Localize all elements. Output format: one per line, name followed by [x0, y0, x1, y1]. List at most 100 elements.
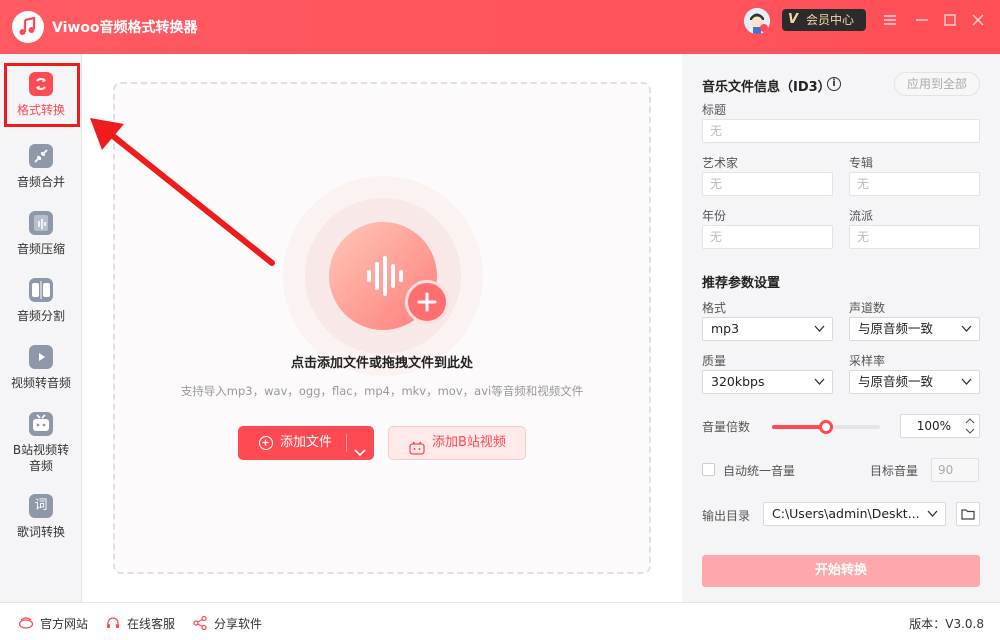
sidebar-item-lyrics-convert[interactable]: 词 歌词转换: [0, 490, 82, 550]
target-volume-label: 目标音量: [870, 464, 919, 478]
title-bar: Viwoo音频格式转换器 V 会员中心: [0, 0, 1000, 54]
online-support-label: 在线客服: [127, 617, 176, 631]
sidebar-item-label: 音频压缩: [16, 242, 65, 256]
split-icon: [29, 278, 53, 302]
video-to-audio-icon: [29, 345, 53, 369]
sidebar-item-label: 歌词转换: [16, 525, 65, 539]
chevron-down-icon[interactable]: [354, 438, 366, 472]
add-file-label: 添加文件: [280, 435, 333, 450]
sidebar-item-audio-merge[interactable]: 音频合并: [0, 140, 82, 200]
sidebar-item-label: 音频合并: [16, 175, 65, 189]
album-label: 专辑: [849, 156, 874, 170]
params-section-title: 推荐参数设置: [702, 276, 781, 291]
maximize-button[interactable]: [942, 12, 958, 28]
sample-rate-value: 与原音频一致: [858, 374, 934, 389]
sidebar-item-bilibili-to-audio[interactable]: B站视频转 音频: [0, 408, 82, 473]
hamburger-icon: [884, 15, 896, 25]
volume-label: 音量倍数: [702, 420, 751, 434]
auto-volume-label: 自动统一音量: [723, 464, 796, 478]
main-area: 点击添加文件或拖拽文件到此处 支持导入mp3，wav，ogg，flac，mp4，…: [82, 54, 682, 602]
chevron-down-icon: [927, 510, 938, 517]
sidebar-item-label: 视频转音频: [10, 376, 71, 390]
quality-select[interactable]: 320kbps: [702, 370, 833, 394]
volume-slider[interactable]: [772, 420, 880, 434]
add-file-button[interactable]: 添加文件: [238, 426, 374, 460]
output-dir-value: C:\Users\admin\Deskt...: [772, 506, 920, 521]
quality-label: 质量: [702, 354, 727, 368]
settings-panel: 音乐文件信息（ID3） i 应用到全部 标题 无 艺术家 无 专辑 无 年份 无…: [682, 54, 1000, 602]
channels-label: 声道数: [849, 301, 886, 315]
button-divider: [346, 434, 347, 452]
artist-field[interactable]: 无: [702, 172, 833, 196]
plus-icon[interactable]: [405, 280, 449, 324]
format-select[interactable]: mp3: [702, 317, 833, 341]
info-icon[interactable]: i: [827, 77, 841, 91]
start-convert-button[interactable]: 开始转换: [702, 555, 980, 587]
sidebar: 格式转换 音频合并 音频压缩 音频分割 视频转音频 B站视频转 音频 词 歌词转…: [0, 54, 82, 602]
app-logo: [12, 11, 44, 43]
stepper-arrows-icon[interactable]: [965, 417, 975, 435]
app-title: Viwoo音频格式转换器: [52, 20, 198, 36]
volume-slider-handle[interactable]: [819, 420, 833, 434]
sidebar-item-label: 音频分割: [16, 309, 65, 323]
id3-section-title: 音乐文件信息（ID3）: [702, 80, 831, 95]
output-dir-select[interactable]: C:\Users\admin\Deskt...: [763, 502, 946, 526]
share-software-label: 分享软件: [214, 617, 263, 631]
compress-icon: [29, 211, 53, 235]
genre-field[interactable]: 无: [849, 225, 980, 249]
chevron-down-icon: [961, 378, 972, 385]
sample-rate-label: 采样率: [849, 354, 886, 368]
quality-value: 320kbps: [711, 374, 765, 389]
vip-icon: V: [788, 12, 799, 27]
sidebar-item-audio-compress[interactable]: 音频压缩: [0, 207, 82, 267]
menu-button[interactable]: [882, 12, 898, 28]
vip-center-label: 会员中心: [806, 13, 855, 27]
volume-value: 100%: [916, 419, 951, 433]
bilibili-tv-icon: [409, 436, 425, 468]
music-note-icon: [19, 17, 36, 35]
drop-zone-hint: 支持导入mp3，wav，ogg，flac，mp4，mkv，mov，avi等音频和…: [180, 384, 584, 398]
bilibili-icon: [29, 412, 53, 436]
footer: 官方网站 在线客服 分享软件 版本：V3.0.8: [0, 602, 1000, 640]
minimize-button[interactable]: [914, 12, 930, 28]
auto-volume-checkbox[interactable]: [702, 463, 715, 476]
title-field[interactable]: 无: [702, 119, 980, 143]
volume-stepper[interactable]: 100%: [900, 414, 980, 438]
globe-icon: [18, 617, 34, 629]
sidebar-item-audio-split[interactable]: 音频分割: [0, 274, 82, 334]
channels-select[interactable]: 与原音频一致: [849, 317, 980, 341]
annotation-highlight-box: [4, 63, 80, 127]
genre-label: 流派: [849, 209, 874, 223]
year-field[interactable]: 无: [702, 225, 833, 249]
official-website-label: 官方网站: [40, 617, 89, 631]
browse-folder-button[interactable]: [956, 502, 980, 526]
add-bilibili-video-button[interactable]: 添加B站视频: [388, 426, 526, 460]
sample-rate-select[interactable]: 与原音频一致: [849, 370, 980, 394]
vip-center-button[interactable]: V 会员中心: [782, 9, 866, 31]
sidebar-item-label-line1: B站视频转: [12, 443, 70, 457]
year-label: 年份: [702, 209, 727, 223]
chevron-down-icon: [814, 378, 825, 385]
apply-to-all-button[interactable]: 应用到全部: [894, 72, 980, 96]
merge-icon: [29, 144, 53, 168]
artist-label: 艺术家: [702, 156, 739, 170]
chevron-down-icon: [961, 325, 972, 332]
headset-icon: [107, 617, 119, 628]
user-avatar-icon: [744, 8, 770, 34]
file-drop-zone[interactable]: 点击添加文件或拖拽文件到此处 支持导入mp3，wav，ogg，flac，mp4，…: [113, 82, 651, 574]
target-volume-field[interactable]: 90: [931, 458, 979, 482]
avatar[interactable]: [744, 8, 770, 34]
version-text: 版本：V3.0.8: [909, 617, 984, 631]
format-value: mp3: [711, 321, 740, 336]
album-field[interactable]: 无: [849, 172, 980, 196]
sidebar-item-label-line2: 音频: [28, 459, 53, 473]
channels-value: 与原音频一致: [858, 321, 934, 336]
minimize-icon: [916, 19, 928, 21]
title-label: 标题: [702, 103, 727, 117]
output-dir-label: 输出目录: [702, 509, 751, 523]
folder-icon: [961, 509, 975, 520]
close-button[interactable]: [970, 12, 986, 28]
drop-zone-title: 点击添加文件或拖拽文件到此处: [290, 356, 473, 371]
maximize-icon: [944, 14, 956, 26]
sidebar-item-video-to-audio[interactable]: 视频转音频: [0, 341, 82, 401]
